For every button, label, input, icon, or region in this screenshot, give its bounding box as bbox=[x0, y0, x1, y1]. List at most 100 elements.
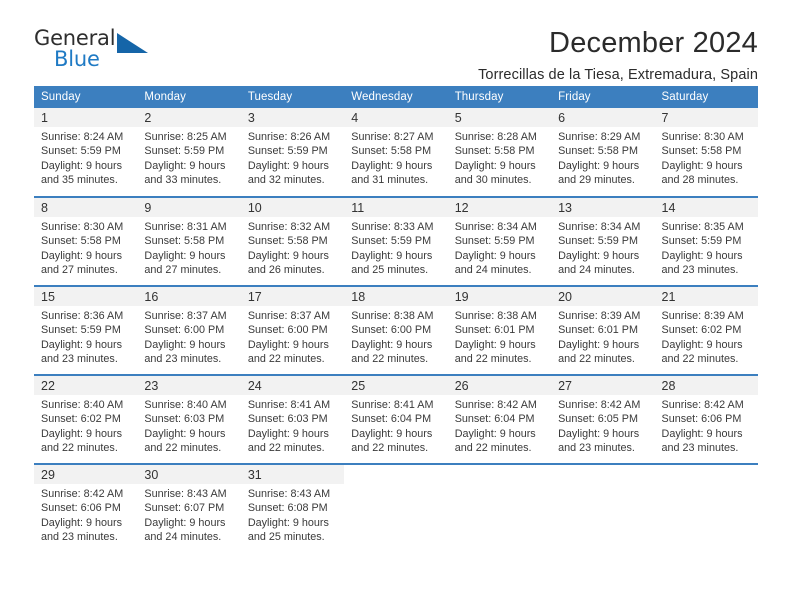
day-cell[interactable]: 5 Sunrise: 8:28 AM Sunset: 5:58 PM Daylight… bbox=[447, 108, 552, 197]
location-subtitle: Torrecillas de la Tiesa, Extremadura, Sp… bbox=[478, 67, 758, 84]
daylight-text-line2: and 22 minutes. bbox=[454, 442, 532, 455]
daylight-text-line1: Daylight: 9 hours bbox=[454, 427, 536, 440]
day-cell[interactable]: 13 Sunrise: 8:34 AM Sunset: 5:59 PM Dayligh… bbox=[551, 196, 655, 286]
daylight-text-line1: Daylight: 9 hours bbox=[247, 338, 329, 351]
day-cell[interactable]: 27 Sunrise: 8:42 AM Sunset: 6:05 PM Dayligh… bbox=[551, 374, 655, 464]
week-row: 15 Sunrise: 8:36 AM Sunset: 5:59 PM Dayligh… bbox=[34, 285, 758, 375]
daylight-text-line2: and 31 minutes. bbox=[351, 174, 429, 187]
sunset-text: Sunset: 5:59 PM bbox=[558, 235, 638, 248]
day-number: 7 bbox=[654, 108, 758, 127]
sunrise-text: Sunrise: 8:35 AM bbox=[661, 221, 744, 233]
day-cell[interactable]: 16 Sunrise: 8:37 AM Sunset: 6:00 PM Dayligh… bbox=[137, 285, 241, 375]
sunset-text: Sunset: 6:01 PM bbox=[558, 324, 638, 337]
sunrise-text: Sunrise: 8:42 AM bbox=[661, 399, 744, 411]
day-cell-empty bbox=[344, 463, 448, 550]
daylight-text-line2: and 23 minutes. bbox=[558, 442, 635, 455]
sunset-text: Sunset: 5:58 PM bbox=[144, 235, 225, 248]
sunset-text: Sunset: 5:59 PM bbox=[661, 235, 742, 248]
day-cell[interactable]: 25 Sunrise: 8:41 AM Sunset: 6:04 PM Dayligh… bbox=[344, 374, 448, 464]
daylight-text-line1: Daylight: 9 hours bbox=[41, 427, 123, 440]
daylight-text-line1: Daylight: 9 hours bbox=[247, 516, 329, 529]
sunrise-text: Sunrise: 8:38 AM bbox=[351, 310, 434, 322]
day-cell[interactable]: 18 Sunrise: 8:38 AM Sunset: 6:00 PM Dayligh… bbox=[344, 285, 448, 375]
day-cell[interactable]: 2 Sunrise: 8:25 AM Sunset: 5:59 PM Daylight… bbox=[137, 108, 241, 197]
day-cell[interactable]: 29 Sunrise: 8:42 AM Sunset: 6:06 PM Dayligh… bbox=[34, 463, 138, 550]
sunrise-text: Sunrise: 8:37 AM bbox=[247, 310, 331, 322]
day-cell[interactable]: 31 Sunrise: 8:43 AM Sunset: 6:08 PM Dayligh… bbox=[240, 463, 345, 550]
daylight-text-line1: Daylight: 9 hours bbox=[351, 159, 433, 172]
daylight-text-line1: Daylight: 9 hours bbox=[558, 249, 640, 262]
week-row: 8 Sunrise: 8:30 AM Sunset: 5:58 PM Daylight… bbox=[34, 196, 758, 286]
sunrise-text: Sunrise: 8:41 AM bbox=[247, 399, 331, 411]
day-cell[interactable]: 7 Sunrise: 8:30 AM Sunset: 5:58 PM Daylight… bbox=[654, 108, 758, 197]
day-cell[interactable]: 22 Sunrise: 8:40 AM Sunset: 6:02 PM Dayligh… bbox=[34, 374, 138, 464]
sunset-text: Sunset: 6:04 PM bbox=[454, 413, 535, 426]
day-cell[interactable]: 30 Sunrise: 8:43 AM Sunset: 6:07 PM Dayligh… bbox=[137, 463, 241, 550]
day-cell[interactable]: 11 Sunrise: 8:33 AM Sunset: 5:59 PM Dayligh… bbox=[344, 196, 448, 286]
daylight-text-line2: and 35 minutes. bbox=[41, 174, 118, 187]
day-cell[interactable]: 14 Sunrise: 8:35 AM Sunset: 5:59 PM Dayligh… bbox=[654, 196, 758, 286]
day-cell[interactable]: 28 Sunrise: 8:42 AM Sunset: 6:06 PM Dayligh… bbox=[654, 374, 758, 464]
day-cell[interactable]: 19 Sunrise: 8:38 AM Sunset: 6:01 PM Dayligh… bbox=[447, 285, 552, 375]
daylight-text-line1: Daylight: 9 hours bbox=[351, 338, 433, 351]
day-cell[interactable]: 21 Sunrise: 8:39 AM Sunset: 6:02 PM Dayligh… bbox=[654, 285, 758, 375]
daylight-text-line2: and 23 minutes. bbox=[144, 353, 222, 366]
daylight-text-line2: and 22 minutes. bbox=[247, 353, 325, 366]
sunrise-text: Sunrise: 8:43 AM bbox=[247, 488, 331, 500]
sunset-text: Sunset: 5:59 PM bbox=[144, 145, 225, 158]
day-cell[interactable]: 6 Sunrise: 8:29 AM Sunset: 5:58 PM Daylight… bbox=[551, 108, 655, 197]
day-number bbox=[344, 465, 447, 484]
day-number: 12 bbox=[447, 198, 552, 217]
daylight-text-line1: Daylight: 9 hours bbox=[247, 249, 329, 262]
sunrise-text: Sunrise: 8:34 AM bbox=[558, 221, 641, 233]
day-number: 30 bbox=[137, 465, 241, 484]
sunset-text: Sunset: 5:59 PM bbox=[41, 324, 121, 337]
sunset-text: Sunset: 6:03 PM bbox=[247, 413, 328, 426]
daylight-text-line1: Daylight: 9 hours bbox=[351, 427, 433, 440]
sunset-text: Sunset: 5:58 PM bbox=[41, 235, 121, 248]
daylight-text-line1: Daylight: 9 hours bbox=[41, 249, 123, 262]
daylight-text-line2: and 24 minutes. bbox=[144, 531, 222, 544]
sunrise-text: Sunrise: 8:39 AM bbox=[661, 310, 744, 322]
day-cell[interactable]: 15 Sunrise: 8:36 AM Sunset: 5:59 PM Dayligh… bbox=[34, 285, 138, 375]
day-number: 21 bbox=[654, 287, 758, 306]
sunrise-text: Sunrise: 8:26 AM bbox=[247, 131, 331, 143]
sunrise-text: Sunrise: 8:41 AM bbox=[351, 399, 434, 411]
day-number: 2 bbox=[137, 108, 241, 127]
day-cell[interactable]: 26 Sunrise: 8:42 AM Sunset: 6:04 PM Dayligh… bbox=[447, 374, 552, 464]
week-row: 1 Sunrise: 8:24 AM Sunset: 5:59 PM Daylight… bbox=[34, 108, 758, 197]
day-number: 23 bbox=[137, 376, 241, 395]
sunset-text: Sunset: 6:07 PM bbox=[144, 502, 225, 515]
day-cell[interactable]: 3 Sunrise: 8:26 AM Sunset: 5:59 PM Daylight… bbox=[240, 108, 345, 197]
day-cell[interactable]: 24 Sunrise: 8:41 AM Sunset: 6:03 PM Dayligh… bbox=[240, 374, 345, 464]
daylight-text-line1: Daylight: 9 hours bbox=[454, 249, 536, 262]
dow-header-sunday: Sunday bbox=[34, 86, 138, 108]
sunrise-text: Sunrise: 8:40 AM bbox=[41, 399, 124, 411]
day-number: 31 bbox=[240, 465, 345, 484]
daylight-text-line2: and 23 minutes. bbox=[41, 531, 118, 544]
day-cell[interactable]: 10 Sunrise: 8:32 AM Sunset: 5:58 PM Dayligh… bbox=[240, 196, 345, 286]
daylight-text-line2: and 22 minutes. bbox=[144, 442, 222, 455]
day-number: 3 bbox=[240, 108, 345, 127]
daylight-text-line1: Daylight: 9 hours bbox=[41, 338, 123, 351]
daylight-text-line2: and 29 minutes. bbox=[558, 174, 635, 187]
title-block: December 2024 Torrecillas de la Tiesa, E… bbox=[150, 26, 758, 84]
day-cell[interactable]: 9 Sunrise: 8:31 AM Sunset: 5:58 PM Daylight… bbox=[137, 196, 241, 286]
daylight-text-line2: and 27 minutes. bbox=[144, 264, 222, 277]
day-cell[interactable]: 23 Sunrise: 8:40 AM Sunset: 6:03 PM Dayligh… bbox=[137, 374, 241, 464]
sunrise-text: Sunrise: 8:31 AM bbox=[144, 221, 227, 233]
dow-header-friday: Friday bbox=[551, 86, 655, 108]
day-cell[interactable]: 4 Sunrise: 8:27 AM Sunset: 5:58 PM Daylight… bbox=[344, 108, 448, 197]
day-cell[interactable]: 1 Sunrise: 8:24 AM Sunset: 5:59 PM Daylight… bbox=[34, 108, 138, 197]
day-cell[interactable]: 20 Sunrise: 8:39 AM Sunset: 6:01 PM Dayligh… bbox=[551, 285, 655, 375]
daylight-text-line2: and 24 minutes. bbox=[454, 264, 532, 277]
sunrise-text: Sunrise: 8:36 AM bbox=[41, 310, 124, 322]
sunrise-text: Sunrise: 8:42 AM bbox=[41, 488, 124, 500]
day-number bbox=[655, 465, 758, 484]
day-cell[interactable]: 12 Sunrise: 8:34 AM Sunset: 5:59 PM Dayligh… bbox=[447, 196, 552, 286]
sunrise-text: Sunrise: 8:40 AM bbox=[144, 399, 227, 411]
sunset-text: Sunset: 6:00 PM bbox=[144, 324, 225, 337]
day-cell[interactable]: 17 Sunrise: 8:37 AM Sunset: 6:00 PM Dayligh… bbox=[240, 285, 345, 375]
daylight-text-line1: Daylight: 9 hours bbox=[661, 338, 743, 351]
day-cell[interactable]: 8 Sunrise: 8:30 AM Sunset: 5:58 PM Daylight… bbox=[34, 196, 138, 286]
